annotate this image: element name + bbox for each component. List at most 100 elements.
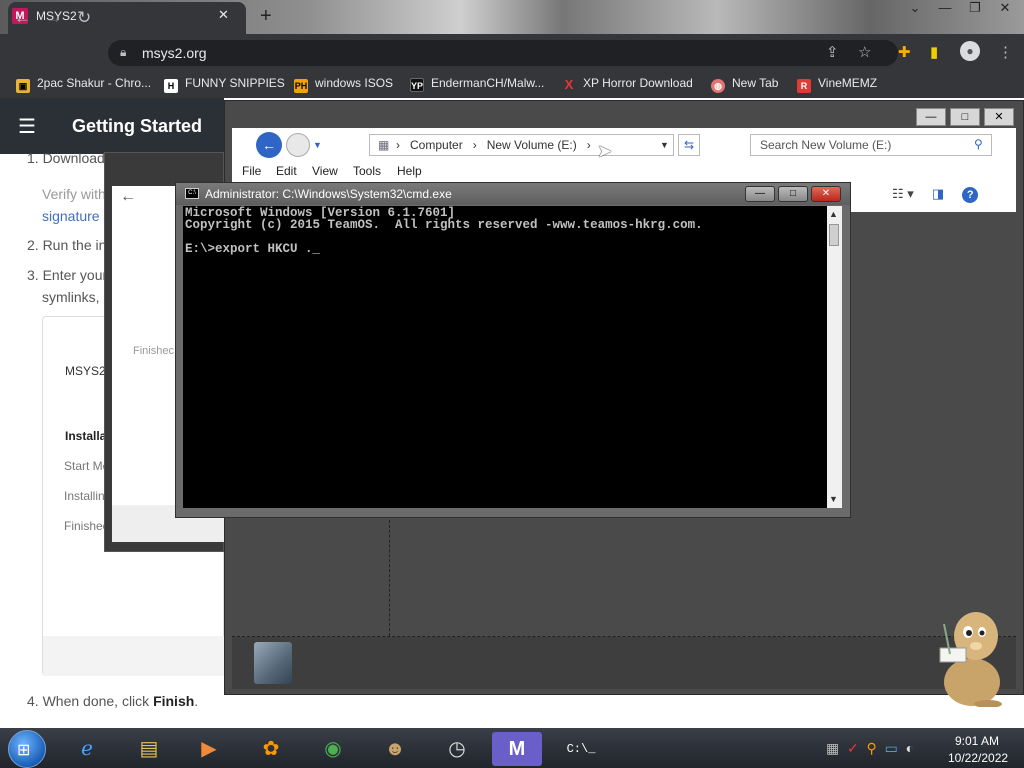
back-icon[interactable]: ← — [14, 8, 31, 28]
menu-kebab-icon[interactable]: ⋮ — [998, 43, 1013, 61]
card-title: MSYS2 — [65, 364, 106, 378]
bookmark-2pac-icon: ▣ — [16, 79, 30, 93]
bookmark-h-icon: H — [164, 79, 178, 93]
bookmark-ph-icon: PH — [294, 79, 308, 93]
msys2-taskbar-icon[interactable]: M — [492, 732, 542, 766]
symlinks-text: symlinks, — [42, 289, 100, 305]
tab-close-icon[interactable]: ✕ — [218, 7, 229, 23]
tray-monitor-icon[interactable]: ▭ — [885, 740, 898, 756]
media-player-icon[interactable]: ▶ — [184, 732, 234, 766]
step-2-text: 2. Run the in — [27, 237, 107, 253]
bookmark-item[interactable]: ▣ 2pac Shakur - Chro... — [16, 76, 151, 93]
reload-icon[interactable]: ↻ — [77, 8, 91, 28]
share-icon[interactable]: ⇪ — [826, 43, 839, 61]
card-footer — [43, 636, 224, 676]
breadcrumb-computer[interactable]: Computer — [410, 138, 463, 152]
side-panel-icon[interactable]: ▮ — [930, 43, 938, 61]
cmd-icon: C:\ — [185, 188, 199, 199]
card-install-heading: Installa — [65, 429, 107, 443]
uc-browser-icon[interactable]: ✿ — [246, 732, 296, 766]
chrome-icon[interactable]: ◉ — [308, 732, 358, 766]
tray-antivirus-icon[interactable]: ✓ — [847, 740, 859, 756]
signature-link[interactable]: signature — [42, 208, 100, 224]
menu-help[interactable]: Help — [397, 164, 422, 178]
breadcrumb-dropdown-icon[interactable]: ▼ — [660, 140, 669, 150]
bookmark-x-icon: X — [564, 77, 574, 92]
tray-volume-icon[interactable]: ◐ — [906, 740, 914, 756]
pane-divider — [389, 515, 390, 636]
restore-icon[interactable]: ❐ — [960, 0, 990, 16]
cmd-maximize-icon[interactable]: □ — [778, 186, 808, 202]
globe-icon: ◍ — [711, 79, 725, 93]
cmd-close-icon[interactable]: ✕ — [811, 186, 841, 202]
menu-view[interactable]: View — [312, 164, 338, 178]
scroll-thumb[interactable] — [829, 224, 839, 246]
scroll-down-icon[interactable]: ▼ — [829, 494, 838, 504]
bookmark-item[interactable]: ◍ New Tab — [711, 76, 778, 93]
new-tab-icon[interactable]: + — [260, 5, 272, 28]
recent-pages-chevron-icon[interactable]: ▼ — [313, 140, 322, 150]
clock-app-icon[interactable]: ◷ — [432, 732, 482, 766]
details-pane — [232, 637, 1016, 689]
menu-edit[interactable]: Edit — [276, 164, 297, 178]
bookmark-item[interactable]: X XP Horror Download — [562, 76, 693, 92]
tray-network-icon[interactable]: ▦ — [826, 740, 839, 756]
browser-window-controls: ⌄ — ❐ ✕ — [900, 0, 1020, 18]
menu-tools[interactable]: Tools — [353, 164, 381, 178]
clock-time[interactable]: 9:01 AM — [955, 734, 999, 748]
card-finished-text: Finishec — [64, 519, 109, 533]
internet-explorer-icon[interactable]: ℯ — [62, 732, 112, 766]
view-options-icon[interactable]: ☷ ▾ — [892, 186, 914, 201]
extensions-icon[interactable]: ✚ — [898, 43, 911, 61]
search-placeholder: Search New Volume (E:) — [760, 138, 892, 152]
breadcrumb-volume[interactable]: New Volume (E:) — [487, 138, 577, 152]
clock-date[interactable]: 10/22/2022 — [948, 751, 1008, 765]
installer-back-icon[interactable]: ← — [120, 188, 136, 206]
help-icon[interactable]: ? — [962, 187, 979, 203]
tray-search-icon[interactable]: ⚲ — [867, 740, 877, 756]
scroll-up-icon[interactable]: ▲ — [829, 209, 838, 219]
refresh-icon[interactable]: ⇆ — [678, 134, 700, 156]
computer-icon: ▦ — [378, 138, 390, 152]
installer-finished-text: Finishec — [133, 345, 174, 357]
minimize-icon[interactable]: — — [930, 0, 960, 15]
cmd-minimize-icon[interactable]: — — [745, 186, 775, 202]
explorer-forward-icon[interactable] — [286, 133, 310, 157]
step-3-text: 3. Enter your — [27, 267, 108, 283]
card-installing-text: Installin — [64, 489, 105, 503]
hamburger-menu-icon[interactable]: ☰ — [18, 114, 36, 139]
cmd-taskbar-icon[interactable]: C:\_ — [556, 732, 606, 766]
step-1-text: 1. Download — [27, 150, 105, 166]
explorer-minimize-icon[interactable]: — — [916, 108, 946, 126]
bookmark-yp-icon: YP — [410, 78, 424, 92]
preview-pane-icon[interactable]: ◨ — [932, 186, 944, 201]
breadcrumb-path: ▦ › Computer › New Volume (E:) › — [378, 138, 591, 152]
hamster-mascot-icon — [939, 612, 1002, 707]
explorer-close-icon[interactable]: ✕ — [984, 108, 1014, 126]
bookmark-item[interactable]: YP EndermanCH/Malw... — [410, 76, 544, 92]
explorer-back-icon[interactable]: ← — [256, 132, 282, 158]
bookmark-item[interactable]: H FUNNY SNIPPIES — [164, 76, 285, 93]
cmd-scrollbar[interactable] — [827, 206, 842, 508]
chevron-down-icon[interactable]: ⌄ — [900, 0, 930, 16]
menu-file[interactable]: File — [242, 164, 261, 178]
bonzibuddy-icon[interactable]: ☻ — [370, 732, 420, 766]
address-bar[interactable] — [108, 40, 898, 66]
bookmark-r-icon: R — [797, 79, 811, 93]
explorer-maximize-icon[interactable]: □ — [950, 108, 980, 126]
bookmark-item[interactable]: R VineMEMZ — [797, 76, 877, 93]
search-icon[interactable]: ⚲ — [974, 137, 983, 151]
verify-text: Verify with — [42, 186, 106, 202]
lock-icon[interactable]: 🔒︎ — [120, 45, 126, 60]
close-icon[interactable]: ✕ — [990, 0, 1020, 16]
profile-avatar-icon[interactable]: ● — [960, 41, 980, 61]
drive-icon — [254, 642, 292, 684]
windows-logo-icon: ⊞ — [17, 742, 31, 759]
cmd-title: Administrator: C:\Windows\System32\cmd.e… — [205, 187, 452, 201]
star-icon[interactable]: ☆ — [858, 43, 871, 61]
forward-icon[interactable]: → — [45, 8, 62, 28]
bookmark-item[interactable]: PH windows ISOS — [294, 76, 393, 93]
cmd-prompt-line: E:\>export HKCU ._ — [185, 242, 321, 256]
file-explorer-icon[interactable]: ▤ — [124, 732, 174, 766]
mouse-cursor-icon: ➤ — [597, 141, 613, 161]
